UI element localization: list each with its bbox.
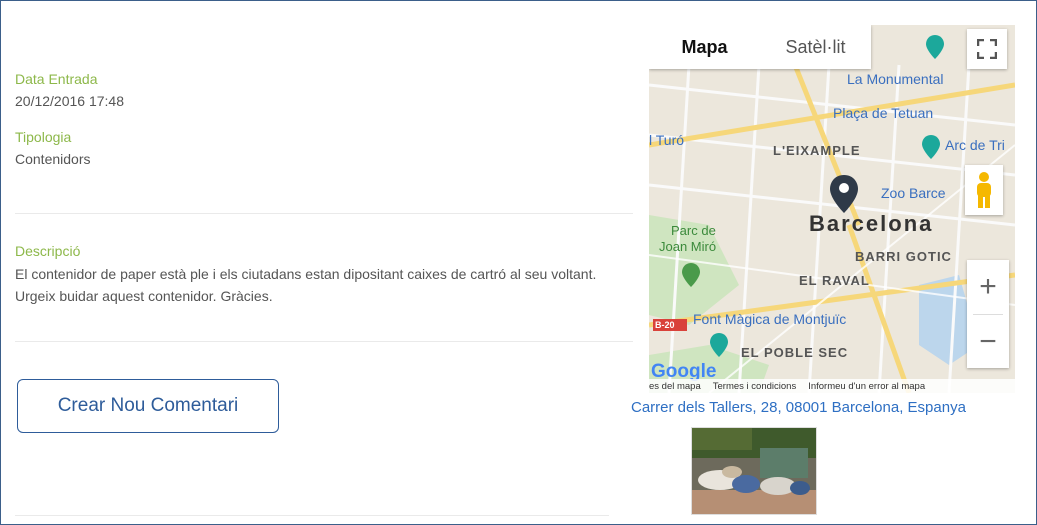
- entry-date-field: Data Entrada 20/12/2016 17:48: [15, 71, 635, 109]
- description-value: El contenidor de paper està ple i els ci…: [15, 266, 597, 304]
- map-label-poble-sec: EL POBLE SEC: [741, 345, 849, 360]
- entry-date-value: 20/12/2016 17:48: [15, 93, 124, 109]
- map-data-link[interactable]: es del mapa: [649, 381, 701, 392]
- map-label-city: Barcelona: [809, 211, 934, 236]
- map-label-eixample: L'EIXAMPLE: [773, 143, 861, 158]
- incident-panel: Data Entrada 20/12/2016 17:48 Tipologia …: [0, 0, 1037, 525]
- map-label-tetuan: Plaça de Tetuan: [833, 105, 934, 121]
- zoom-in-button[interactable]: +: [967, 260, 1009, 314]
- type-value: Contenidors: [15, 151, 91, 167]
- incident-photo[interactable]: [691, 427, 817, 515]
- divider: [15, 515, 609, 516]
- incident-details: Data Entrada 20/12/2016 17:48 Tipologia …: [15, 71, 635, 179]
- fullscreen-button[interactable]: [967, 29, 1007, 69]
- zoom-out-button[interactable]: −: [967, 315, 1009, 369]
- map-label-zoo: Zoo Barce: [881, 185, 946, 201]
- divider: [15, 341, 633, 342]
- map-attribution: es del mapa Termes i condicions Informeu…: [649, 379, 1015, 393]
- type-field: Tipologia Contenidors: [15, 129, 635, 167]
- terms-link[interactable]: Termes i condicions: [713, 381, 796, 392]
- create-comment-button[interactable]: Crear Nou Comentari: [17, 379, 279, 433]
- photo-image: [692, 428, 816, 514]
- incident-address[interactable]: Carrer dels Tallers, 28, 08001 Barcelona…: [631, 399, 966, 416]
- tab-map[interactable]: Mapa: [649, 25, 760, 69]
- map-label-highway: B-20: [655, 320, 675, 330]
- report-error-link[interactable]: Informeu d'un error al mapa: [808, 381, 925, 392]
- map-label-raval: EL RAVAL: [799, 273, 870, 288]
- map-type-tabs: Mapa Satèl·lit: [649, 25, 871, 69]
- description-field: Descripció El contenidor de paper està p…: [15, 243, 635, 307]
- map-label-turo: l Turó: [649, 132, 685, 148]
- map-label-monumental: La Monumental: [847, 71, 944, 87]
- location-map[interactable]: Mapa Satèl·lit + − La Monumental Plaça d…: [649, 25, 1015, 393]
- entry-date-label: Data Entrada: [15, 71, 98, 87]
- map-label-font-magica: Font Màgica de Montjuïc: [693, 311, 847, 327]
- type-label: Tipologia: [15, 129, 72, 145]
- map-label-arc: Arc de Tri: [945, 137, 1005, 153]
- map-roads: [649, 25, 1015, 393]
- tab-satellite[interactable]: Satèl·lit: [760, 25, 871, 69]
- map-label-parc-1: Parc de: [671, 223, 716, 238]
- zoom-controls: + −: [967, 260, 1009, 368]
- fullscreen-icon: [977, 39, 997, 59]
- description-label: Descripció: [15, 243, 81, 259]
- divider: [15, 213, 633, 214]
- pegman-icon: [977, 172, 991, 208]
- street-view-button[interactable]: [965, 165, 1003, 215]
- map-label-parc-2: Joan Miró: [659, 239, 717, 254]
- map-label-gotic: BARRI GOTIC: [855, 249, 952, 264]
